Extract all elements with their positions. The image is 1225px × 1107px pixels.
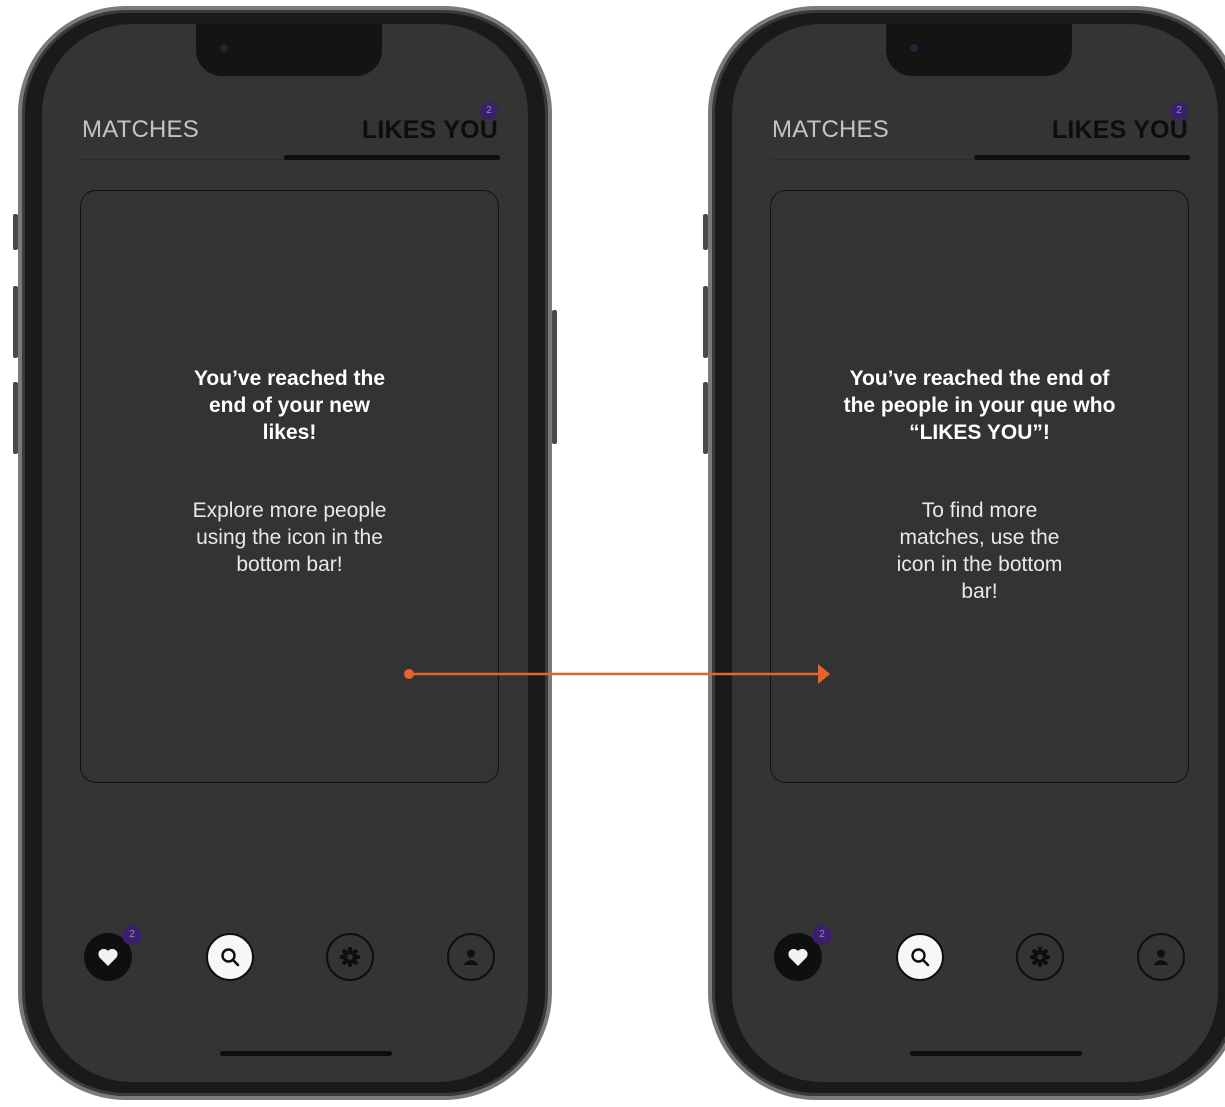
home-indicator[interactable] (910, 1051, 1082, 1056)
nav-settings-button[interactable] (1016, 933, 1064, 981)
heart-icon (98, 948, 118, 966)
empty-state-body: To find more matches, use the icon in th… (771, 497, 1188, 605)
bottom-nav-bar: 2 (42, 925, 528, 1082)
tab-matches[interactable]: MATCHES (82, 116, 199, 144)
nav-search-button[interactable] (206, 933, 254, 981)
search-icon (911, 948, 930, 967)
camera-icon (218, 42, 230, 54)
heart-icon (788, 948, 808, 966)
volume-down-button (13, 382, 18, 454)
volume-down-button (703, 382, 708, 454)
volume-up-button (703, 286, 708, 358)
empty-state-card: You’ve reached the end of your new likes… (80, 190, 499, 783)
tab-matches[interactable]: MATCHES (772, 116, 889, 144)
empty-state-title: You’ve reached the end of your new likes… (81, 365, 498, 446)
notification-badge: 2 (812, 925, 832, 945)
nav-profile-button[interactable] (1137, 933, 1185, 981)
bottom-nav-bar: 2 (732, 925, 1218, 1082)
profile-icon (463, 949, 479, 965)
phone-screen: MATCHES LIKES YOU 2 You’ve reached the e… (42, 24, 528, 1082)
mute-switch (13, 214, 18, 250)
nav-profile-button[interactable] (447, 933, 495, 981)
likes-count-badge: 2 (480, 102, 498, 120)
empty-state-title-text: You’ve reached the end of the people in … (843, 367, 1116, 444)
active-tab-indicator (284, 155, 500, 160)
tab-likes-you[interactable]: LIKES YOU (362, 116, 498, 145)
profile-icon (1153, 949, 1169, 965)
nav-settings-button[interactable] (326, 933, 374, 981)
nav-likes-button[interactable]: 2 (774, 925, 832, 981)
empty-state-body: Explore more people using the icon in th… (81, 497, 498, 578)
volume-up-button (13, 286, 18, 358)
home-indicator[interactable] (220, 1051, 392, 1056)
mute-switch (703, 214, 708, 250)
power-button (552, 310, 557, 444)
phone-frame-before: MATCHES LIKES YOU 2 You’ve reached the e… (13, 6, 557, 1100)
likes-count-badge: 2 (1170, 102, 1188, 120)
phone-frame-after: MATCHES LIKES YOU 2 You’ve reached the e… (703, 6, 1225, 1100)
notification-badge: 2 (122, 925, 142, 945)
notch (886, 24, 1072, 76)
active-tab-indicator (974, 155, 1190, 160)
empty-state-title: You’ve reached the end of the people in … (771, 365, 1188, 446)
empty-state-body-text: Explore more people using the icon in th… (192, 499, 387, 576)
nav-likes-button[interactable]: 2 (84, 925, 142, 981)
camera-icon (908, 42, 920, 54)
notch (196, 24, 382, 76)
search-icon (221, 948, 240, 967)
empty-state-body-text: To find more matches, use the icon in th… (896, 499, 1063, 603)
tab-likes-you[interactable]: LIKES YOU (1052, 116, 1188, 145)
phone-screen: MATCHES LIKES YOU 2 You’ve reached the e… (732, 24, 1218, 1082)
gear-icon (1030, 947, 1050, 967)
empty-state-card: You’ve reached the end of the people in … (770, 190, 1189, 783)
empty-state-title-text: You’ve reached the end of your new likes… (193, 367, 385, 444)
nav-search-button[interactable] (896, 933, 944, 981)
gear-icon (340, 947, 360, 967)
